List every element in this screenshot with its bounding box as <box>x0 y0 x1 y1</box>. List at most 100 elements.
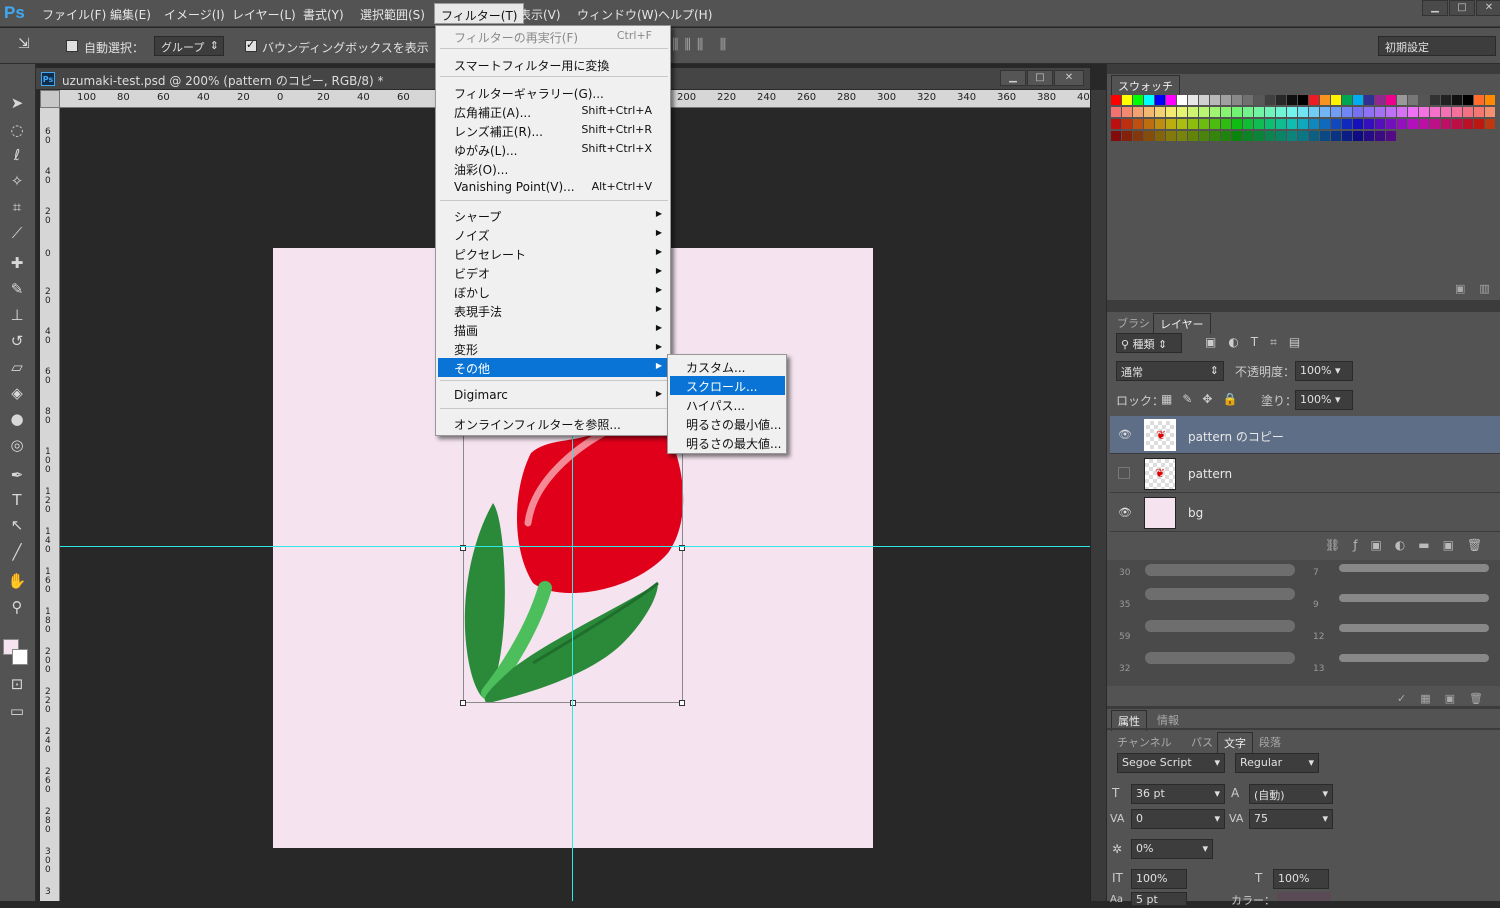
submenu-item-maximum[interactable]: 明るさの最大値... <box>670 433 785 452</box>
color-swatch[interactable] <box>1386 119 1396 129</box>
group-dropdown[interactable]: グループ ⇕ <box>154 36 224 56</box>
color-swatch[interactable] <box>1364 119 1374 129</box>
color-swatch[interactable] <box>1122 119 1132 129</box>
color-swatch[interactable] <box>1331 119 1341 129</box>
menu-type[interactable]: 書式(Y) <box>303 6 344 23</box>
color-swatch[interactable] <box>1144 119 1154 129</box>
stamp-tool-icon[interactable]: ⊥ <box>6 304 28 326</box>
color-swatch[interactable] <box>1331 131 1341 141</box>
color-swatch[interactable] <box>1210 95 1220 105</box>
color-swatch[interactable] <box>1474 95 1484 105</box>
dodge-tool-icon[interactable]: ◎ <box>6 434 28 456</box>
color-swatch[interactable] <box>1287 95 1297 105</box>
color-swatch[interactable] <box>1353 131 1363 141</box>
brush-tool-icon[interactable]: ✎ <box>6 278 28 300</box>
transform-handle[interactable] <box>570 700 576 706</box>
color-swatch[interactable] <box>1210 119 1220 129</box>
color-swatch[interactable] <box>1474 131 1484 141</box>
color-swatch[interactable] <box>1287 107 1297 117</box>
marquee-tool-icon[interactable]: ◌ <box>6 119 28 141</box>
menu-view[interactable]: 表示(V) <box>519 6 561 23</box>
color-swatch[interactable] <box>1199 119 1209 129</box>
pen-tool-icon[interactable]: ✒ <box>6 464 28 486</box>
color-swatch[interactable] <box>1133 131 1143 141</box>
menu-item-pixelate[interactable]: ピクセレート ▶ <box>438 244 668 263</box>
color-swatch[interactable] <box>1243 107 1253 117</box>
color-swatch[interactable] <box>1463 131 1473 141</box>
tab-paths[interactable]: パス <box>1185 732 1219 752</box>
color-swatch[interactable] <box>1298 95 1308 105</box>
color-swatch[interactable] <box>1364 131 1374 141</box>
color-swatch[interactable] <box>1397 107 1407 117</box>
menu-file[interactable]: ファイル(F) <box>42 6 106 23</box>
color-swatch[interactable] <box>1309 95 1319 105</box>
tab-character[interactable]: 文字 <box>1217 732 1253 753</box>
color-swatch[interactable] <box>1265 131 1275 141</box>
color-swatch[interactable] <box>1331 107 1341 117</box>
color-swatch[interactable] <box>1133 119 1143 129</box>
transform-handle[interactable] <box>679 700 685 706</box>
color-swatch[interactable] <box>1199 95 1209 105</box>
color-swatch[interactable] <box>1342 95 1352 105</box>
color-swatch[interactable] <box>1155 119 1165 129</box>
vertical-ruler[interactable]: 6 0 4 0 2 0 0 2 0 4 0 6 0 8 0 1 0 0 1 2 … <box>40 108 60 901</box>
tab-layers[interactable]: レイヤー <box>1153 313 1211 334</box>
horizontal-guide[interactable] <box>60 546 1090 547</box>
crop-tool-icon[interactable]: ⌗ <box>6 196 28 218</box>
maximize-icon[interactable]: □ <box>1449 0 1475 16</box>
menu-item-adaptive-wide-angle[interactable]: 広角補正(A)... Shift+Ctrl+A <box>438 102 668 121</box>
color-swatch[interactable] <box>1320 95 1330 105</box>
menu-item-refilter[interactable]: フィルターの再実行(F) Ctrl+F <box>438 27 668 46</box>
color-swatch[interactable] <box>1397 119 1407 129</box>
color-swatch[interactable] <box>1265 95 1275 105</box>
menu-item-lens-correction[interactable]: レンズ補正(R)... Shift+Ctrl+R <box>438 121 668 140</box>
color-swatch[interactable] <box>1210 131 1220 141</box>
color-swatch[interactable] <box>1474 119 1484 129</box>
menu-item-distort[interactable]: 変形 ▶ <box>438 339 668 358</box>
blur-tool-icon[interactable]: ● <box>6 408 28 430</box>
font-style-dropdown[interactable]: Regular ▾ <box>1235 753 1319 773</box>
doc-maximize-icon[interactable]: □ <box>1027 70 1053 86</box>
doc-minimize-icon[interactable]: ▁ <box>1000 70 1026 86</box>
color-swatch[interactable] <box>1210 107 1220 117</box>
history-brush-icon[interactable]: ↺ <box>6 330 28 352</box>
color-swatch[interactable] <box>1221 119 1231 129</box>
quick-mask-icon[interactable]: ⊡ <box>6 673 28 695</box>
color-swatch[interactable] <box>1298 131 1308 141</box>
color-swatch[interactable] <box>1166 95 1176 105</box>
menu-item-other[interactable]: その他 ▶ <box>438 358 668 377</box>
move-tool-icon[interactable]: ⇲ <box>18 36 30 52</box>
swatch-grid[interactable] <box>1111 95 1500 143</box>
type-tool-icon[interactable]: T <box>6 489 28 511</box>
color-swatch[interactable] <box>1155 95 1165 105</box>
color-swatch[interactable] <box>1353 119 1363 129</box>
color-swatch[interactable] <box>1397 95 1407 105</box>
color-swatch[interactable] <box>1265 107 1275 117</box>
font-size-input[interactable]: 36 pt ▾ <box>1131 784 1225 804</box>
color-swatch[interactable] <box>1166 107 1176 117</box>
color-swatch[interactable] <box>1133 95 1143 105</box>
menu-item-smart-filter[interactable]: スマートフィルター用に変換 <box>438 55 668 74</box>
menu-item-render[interactable]: 描画 ▶ <box>438 320 668 339</box>
tab-brushes[interactable]: ブラシ <box>1111 313 1156 333</box>
tab-channels[interactable]: チャンネル <box>1111 732 1178 752</box>
menu-item-sharpen[interactable]: シャープ ▶ <box>438 206 668 225</box>
move-tool-icon[interactable]: ➤ <box>6 92 28 114</box>
color-swatch[interactable] <box>1474 107 1484 117</box>
menu-item-video[interactable]: ビデオ ▶ <box>438 263 668 282</box>
color-swatch[interactable] <box>1463 107 1473 117</box>
color-swatch[interactable] <box>1287 119 1297 129</box>
color-swatch[interactable] <box>1232 131 1242 141</box>
color-swatch[interactable] <box>1441 131 1451 141</box>
menu-item-blur[interactable]: ぼかし ▶ <box>438 282 668 301</box>
color-swatch[interactable] <box>1320 107 1330 117</box>
color-swatch[interactable] <box>1254 107 1264 117</box>
menu-layer[interactable]: レイヤー(L) <box>232 6 296 23</box>
menu-edit[interactable]: 編集(E) <box>110 6 151 23</box>
color-swatch[interactable] <box>1254 119 1264 129</box>
color-swatch[interactable] <box>1485 131 1495 141</box>
transform-handle[interactable] <box>460 700 466 706</box>
blend-mode-dropdown[interactable]: 通常 ⇕ <box>1116 361 1224 381</box>
color-swatch[interactable] <box>1397 131 1407 141</box>
color-swatch[interactable] <box>1133 107 1143 117</box>
